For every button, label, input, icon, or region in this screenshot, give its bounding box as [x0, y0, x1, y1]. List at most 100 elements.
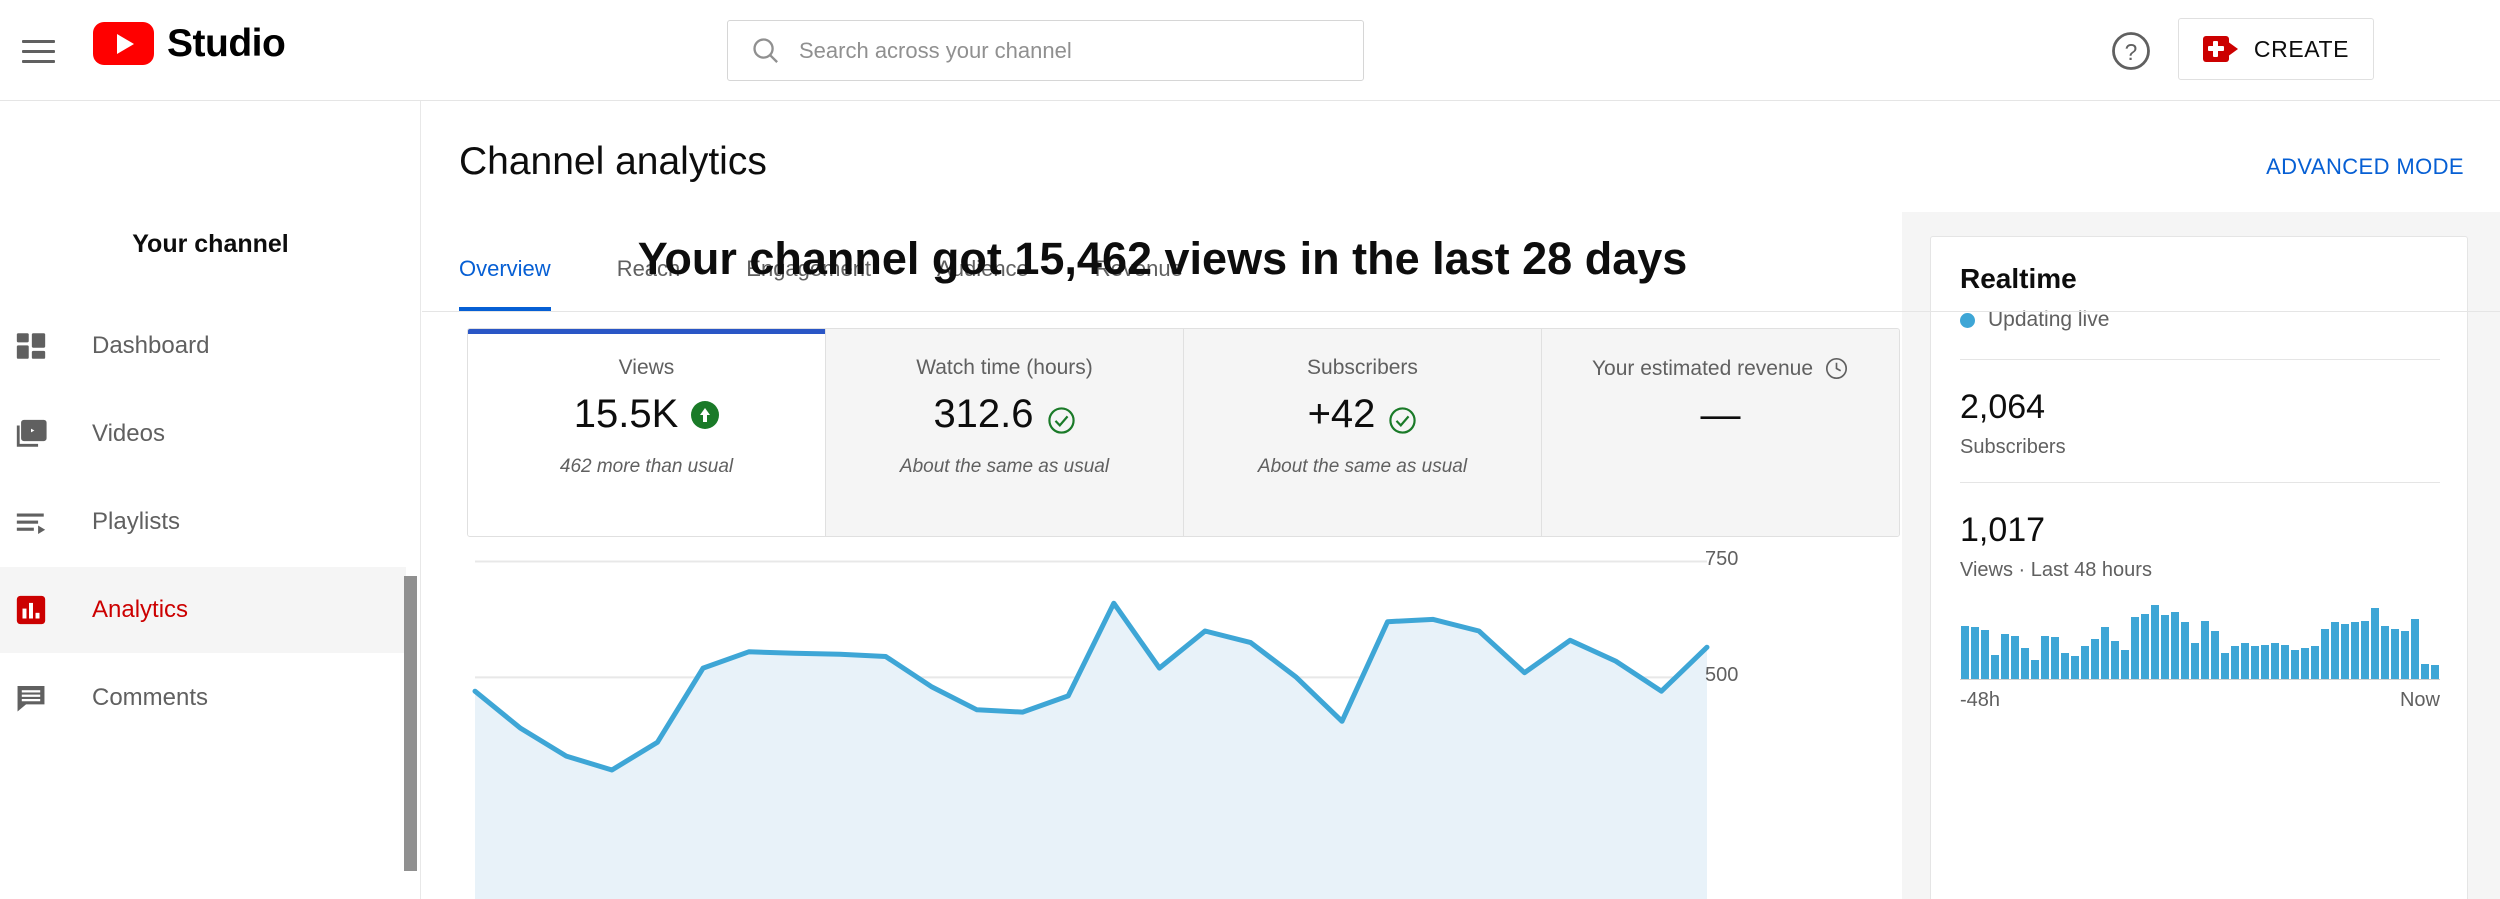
realtime-bar: [2231, 646, 2239, 679]
search-box[interactable]: [727, 20, 1364, 81]
realtime-bar: [2031, 660, 2039, 679]
realtime-bar: [2321, 629, 2329, 679]
views-line-chart[interactable]: 750 500: [467, 537, 1900, 899]
brand-text: Studio: [167, 22, 286, 65]
y-tick-label: 500: [1705, 664, 1739, 687]
analytics-bar-chart-icon: [11, 590, 51, 630]
main-content: Channel analytics ADVANCED MODE Sep 16 –…: [422, 101, 2500, 899]
realtime-views-value: 1,017: [1960, 511, 2046, 549]
realtime-bar: [2131, 617, 2139, 679]
realtime-bar: [2251, 646, 2259, 679]
metric-card-label: Views: [618, 356, 675, 379]
comment-bubble-icon: [11, 678, 51, 718]
top-bar: Studio ? CREATE: [0, 0, 2500, 101]
metric-card-value: +42: [1307, 392, 1376, 436]
realtime-bar: [2371, 608, 2379, 679]
realtime-bar: [2361, 620, 2369, 679]
realtime-bar: [2211, 630, 2219, 679]
realtime-bar: [1971, 627, 1979, 679]
realtime-bar: [2431, 665, 2439, 679]
youtube-play-logo-icon: [93, 22, 154, 65]
realtime-bar: [2311, 646, 2319, 679]
metric-card-estimated-revenue[interactable]: Your estimated revenue —: [1542, 329, 1899, 536]
realtime-bar: [2051, 636, 2059, 679]
axis-start-label: -48h: [1960, 689, 2001, 711]
sidebar-item-analytics[interactable]: Analytics: [0, 567, 406, 653]
metric-card-watch-time[interactable]: Watch time (hours) 312.6 About the same …: [826, 329, 1184, 536]
sidebar-channel-title: Your channel: [132, 230, 289, 258]
realtime-bar: [2391, 629, 2399, 679]
metric-card-value-row: +42: [1308, 392, 1418, 437]
realtime-bar: [2331, 622, 2339, 679]
check-circle-badge-icon: [1388, 400, 1417, 434]
metric-card-subscribers[interactable]: Subscribers +42 About the same as usual: [1184, 329, 1542, 536]
realtime-title: Realtime: [1960, 263, 2077, 294]
help-circle-icon[interactable]: ?: [2110, 30, 2152, 72]
axis-end-label: Now: [2399, 689, 2440, 711]
metric-card-value-row: 15.5K: [574, 392, 720, 437]
realtime-card[interactable]: Realtime Updating live 2,064 Subscribers…: [1930, 236, 2468, 899]
realtime-bar: [2151, 605, 2159, 679]
realtime-bar: [2191, 642, 2199, 679]
realtime-bar: [2161, 615, 2169, 679]
sidebar-item-label: Comments: [92, 684, 209, 711]
create-button-label: CREATE: [2253, 35, 2350, 62]
realtime-bar: [2401, 630, 2409, 679]
search-input[interactable]: [799, 37, 1363, 64]
realtime-bar: [2041, 635, 2049, 679]
arrow-up-badge-icon: [691, 400, 720, 429]
realtime-bar: [1961, 625, 1969, 679]
create-button[interactable]: CREATE: [2178, 18, 2374, 80]
realtime-bar-chart[interactable]: [1960, 605, 2440, 680]
realtime-bar: [2421, 663, 2429, 679]
sidebar-item-videos[interactable]: Videos: [0, 391, 406, 477]
realtime-bar: [1991, 654, 1999, 679]
hamburger-line: [21, 49, 55, 53]
realtime-bar: [2301, 648, 2309, 679]
realtime-bar: [2221, 653, 2229, 679]
page-title: Channel analytics: [459, 140, 767, 183]
realtime-bar: [2341, 623, 2349, 679]
svg-text:?: ?: [2125, 39, 2138, 65]
realtime-bar: [2381, 625, 2389, 679]
metric-card-label: Your estimated revenue: [1591, 356, 1814, 380]
playlist-icon: [11, 502, 51, 542]
views-chart-svg: [472, 560, 1710, 899]
sidebar-item-dashboard[interactable]: Dashboard: [0, 303, 406, 389]
hamburger-line: [21, 39, 55, 43]
realtime-views-label: Views · Last 48 hours: [1960, 559, 2152, 581]
studio-brand-logo[interactable]: Studio: [93, 22, 286, 65]
realtime-bar: [2351, 622, 2359, 679]
sidebar-item-label: Dashboard: [92, 332, 210, 359]
youtube-studio-analytics-page: Studio ? CREATE Your channe: [0, 0, 2500, 899]
hamburger-line: [21, 59, 55, 63]
realtime-bar: [2121, 649, 2129, 679]
metric-card-value: 312.6: [933, 392, 1034, 436]
realtime-bar: [2061, 653, 2069, 679]
hamburger-menu-icon[interactable]: [14, 33, 62, 69]
advanced-mode-link[interactable]: ADVANCED MODE: [2266, 154, 2464, 180]
metric-card-views[interactable]: Views 15.5K 462 more than usual: [468, 329, 826, 536]
sidebar: Your channel Dashboard Videos Playlists …: [0, 101, 421, 899]
chart-y-axis: 750 500: [1705, 537, 1835, 899]
dashboard-grid-icon: [11, 326, 51, 366]
live-dot-icon: [1960, 312, 1975, 328]
sidebar-item-playlists[interactable]: Playlists: [0, 479, 406, 565]
realtime-bar: [2001, 634, 2009, 679]
metric-card-sub: About the same as usual: [899, 456, 1110, 477]
sidebar-item-comments[interactable]: Comments: [0, 655, 406, 741]
divider: [1960, 482, 2440, 483]
realtime-bar: [2081, 646, 2089, 679]
metric-card-sub: About the same as usual: [1257, 456, 1468, 477]
sidebar-item-label: Playlists: [92, 508, 181, 535]
realtime-bar: [2281, 644, 2289, 679]
realtime-bar: [2411, 618, 2419, 679]
video-camera-plus-icon: [2202, 36, 2238, 62]
video-library-icon: [11, 414, 51, 454]
realtime-bar: [2141, 613, 2149, 679]
metric-card-sub: 462 more than usual: [559, 456, 734, 477]
sidebar-scrollbar[interactable]: [404, 576, 417, 871]
divider: [1960, 359, 2440, 360]
metric-card-value: —: [1700, 393, 1741, 437]
realtime-axis-labels: -48h Now: [1960, 689, 2440, 712]
